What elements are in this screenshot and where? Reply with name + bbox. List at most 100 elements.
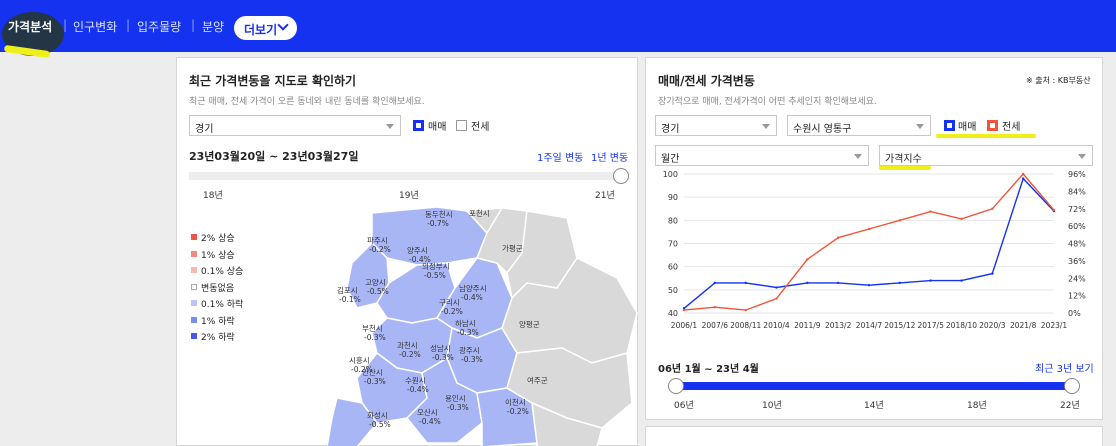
top-navigation-bar: 가격분석 | 인구변화 | 입주물량 | 분양 더보기 [0,0,1116,59]
map-region-name: 가평군 [502,243,523,253]
map-region-name: 광주시 [459,345,480,355]
data-point [775,286,778,289]
x-tick-label: 2017/5 [917,321,944,330]
price-region-select-value: 경기 [661,124,680,135]
map-region-change: -0.1% [339,295,361,304]
price-index-chart: 40 50 60 70 80 90 100 0% 12% 24% 36% 48% 60% 72% 84% 96… [663,170,1086,330]
price-jeonse-checkbox-label: 전세 [1002,122,1021,133]
tab-price-analysis[interactable]: 가격분석 [8,18,52,35]
legend-label: 1% 하락 [201,316,235,327]
data-point [991,272,994,275]
legend-swatch [191,234,197,240]
metric-select[interactable]: 가격지수 [879,145,1093,166]
district-select[interactable]: 수원시 영통구 [787,115,931,136]
x-tick-label: 2018/10 [946,321,977,330]
one-year-change-link[interactable]: 1년 변동 [591,149,628,164]
price-region-select[interactable]: 경기 [655,115,777,136]
period-select[interactable]: 월간 [655,145,869,166]
map-region-change: -0.3% [432,353,454,362]
map-region-name: 수원시 [405,376,426,385]
legend-swatch [191,333,197,339]
legend-item: 2% 상승 [191,231,235,244]
period-slider-tick: 14년 [864,401,884,411]
data-point [898,281,902,285]
data-point [806,258,809,261]
more-button[interactable]: 더보기 [234,16,297,40]
legend-swatch [191,283,197,290]
sale-checkbox[interactable] [413,120,424,131]
map-region-name: 오산시 [417,407,438,417]
data-point [1021,177,1025,180]
region-select[interactable]: 경기 [189,115,401,136]
legend-label: 2% 상승 [201,234,235,244]
region-select-value: 경기 [195,124,214,135]
metric-select-value: 가격지수 [885,154,922,165]
map-region-name: 파주시 [367,236,388,245]
tab-population[interactable]: 인구변화 [73,18,117,35]
map-region-name: 성남시 [430,344,451,353]
period-slider-end-handle[interactable] [1064,378,1080,394]
y-tick-label-right: 60% [1068,222,1086,231]
gyeonggi-map: 동두천시-0.7%포천시파주시-0.2% 양주시-0.4%가평군의정부시-0.5%… [327,206,638,446]
map-region-change: -0.3% [457,328,479,337]
x-tick-label: 2021/8 [1010,321,1037,330]
y-tick-label-left: 90 [668,193,678,202]
x-tick-label: 2020/3 [979,321,1006,330]
y-tick-label-right: 36% [1068,257,1086,266]
one-week-change-link[interactable]: 1주일 변동 [537,149,583,164]
slider-tick: 21년 [595,191,615,201]
map-region-name: 하남시 [455,318,476,328]
price-sale-checkbox[interactable] [944,120,955,131]
legend-swatch [191,316,197,323]
price-sale-checkbox-label: 매매 [958,122,977,133]
period-slider-tick: 18년 [967,401,987,411]
more-button-label: 더보기 [244,23,278,37]
dropdown-arrow-icon [854,154,862,159]
map-region-change: -0.3% [364,377,386,386]
district-select-value: 수원시 영통구 [793,124,852,135]
map-region-change: -0.4% [407,385,429,394]
map-region-change: -0.2% [399,350,421,359]
chevron-down-icon [277,19,289,31]
map-panel-subtitle: 최근 매매, 전세 가격이 오른 동네와 내린 동네를 확인해보세요. [189,97,425,107]
map-panel: 최근 가격변동을 지도로 확인하기 최근 매매, 전세 가격이 오른 동네와 내… [176,57,638,446]
x-tick-label: 2007/6 [702,321,729,330]
period-slider-start-handle[interactable] [668,378,684,394]
data-point [929,210,932,213]
period-select-value: 월간 [661,154,680,165]
data-source: ※ 출처 : KB부동산 [1026,76,1091,85]
y-tick-label-left: 80 [668,216,678,225]
jeonse-checkbox-label: 전세 [471,122,490,133]
period-slider-tick: 06년 [674,401,694,411]
map-region-name: 양평군 [519,319,540,329]
map-region-change: -0.3% [461,355,483,364]
jeonse-checkbox[interactable] [456,120,467,131]
data-point [836,236,840,239]
legend-label: 0.1% 상승 [201,267,244,277]
tab-separator: | [126,18,131,32]
timeline-slider-handle[interactable] [613,168,629,184]
map-region-name: 구리시 [439,298,460,307]
x-tick-label: 2006/1 [671,321,698,330]
data-point [713,281,717,285]
price-jeonse-checkbox[interactable] [987,120,998,131]
tab-presale[interactable]: 분양 [202,18,224,35]
data-point [836,281,840,285]
y-tick-label-right: 72% [1068,205,1086,214]
recent-3-years-link[interactable]: 최근 3년 보기 [1035,360,1094,375]
sale-checkbox-label: 매매 [428,122,447,133]
map-region-name: 화성시 [367,411,388,420]
legend-item: 0.1% 상승 [191,264,243,277]
y-tick-label-left: 40 [668,309,678,318]
data-point [929,279,932,282]
period-slider-tick: 10년 [762,401,782,411]
map-region-change: -0.3% [447,403,469,412]
x-tick-label: 2010/4 [763,321,790,330]
legend-item: 변동없음 [191,281,234,294]
x-tick-label: 2015/12 [884,321,915,330]
timeline-slider[interactable] [189,172,629,180]
y-tick-label-left: 50 [668,286,678,295]
tab-move-in-supply[interactable]: 입주물량 [137,18,181,35]
next-panel [645,426,1103,446]
period-slider[interactable] [676,382,1072,390]
